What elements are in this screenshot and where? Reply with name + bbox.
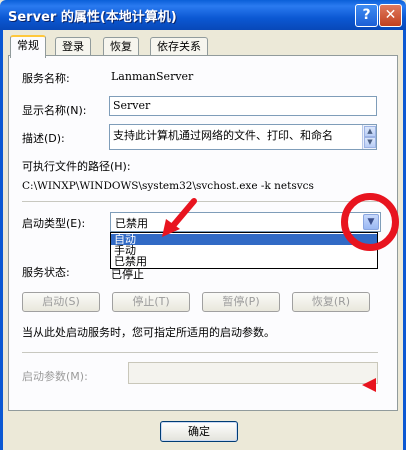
divider — [22, 352, 378, 353]
description-label: 描述(D): — [22, 132, 65, 145]
tab-dependencies[interactable]: 依存关系 — [150, 37, 208, 56]
description-value: 支持此计算机通过网络的文件、打印、和命名 — [113, 129, 333, 142]
ok-button[interactable]: 确定 — [160, 421, 238, 442]
service-status-value: 已停止 — [111, 268, 144, 281]
description-scrollbar[interactable]: ▲ ▼ — [362, 125, 376, 149]
start-params-label: 启动参数(M): — [22, 370, 88, 383]
resume-button[interactable]: 恢复(R) — [292, 292, 370, 312]
startup-type-value: 已禁用 — [115, 217, 148, 230]
title-bar[interactable]: Server 的属性(本地计算机) ? ✕ — [0, 0, 406, 30]
close-icon: ✕ — [384, 7, 397, 23]
startup-option-auto[interactable]: 自动 — [111, 234, 377, 245]
start-button[interactable]: 启动(S) — [22, 292, 100, 312]
window-frame-left — [0, 30, 3, 450]
annotation-circle — [341, 193, 399, 251]
startup-type-dropdown[interactable]: 自动 手动 已禁用 — [110, 232, 378, 269]
scroll-down-icon[interactable]: ▼ — [364, 137, 376, 148]
pause-button[interactable]: 暂停(P) — [202, 292, 280, 312]
service-name-value: LanmanServer — [111, 70, 194, 83]
display-name-label: 显示名称(N): — [22, 104, 87, 117]
path-value: C:\WINXP\WINDOWS\system32\svchost.exe -k… — [22, 180, 314, 192]
service-name-label: 服务名称: — [22, 72, 70, 85]
tab-general[interactable]: 常规 — [10, 35, 46, 58]
tab-recovery[interactable]: 恢复 — [103, 37, 139, 56]
stop-button[interactable]: 停止(T) — [112, 292, 190, 312]
display-name-field[interactable]: Server — [109, 96, 377, 116]
scroll-up-icon[interactable]: ▲ — [364, 126, 376, 137]
divider — [22, 201, 378, 202]
help-icon: ? — [362, 7, 371, 23]
path-label: 可执行文件的路径(H): — [22, 160, 131, 173]
start-params-input[interactable] — [128, 362, 378, 384]
annotation-arrow-icon — [162, 198, 197, 237]
window-title: Server 的属性(本地计算机) — [8, 10, 177, 25]
description-field[interactable]: 支持此计算机通过网络的文件、打印、和命名 — [109, 124, 377, 150]
tab-logon[interactable]: 登录 — [55, 37, 91, 56]
service-status-label: 服务状态: — [22, 266, 70, 279]
startup-option-manual[interactable]: 手动 — [111, 245, 377, 256]
startup-type-label: 启动类型(E): — [22, 217, 86, 230]
display-name-value: Server — [113, 99, 151, 112]
startup-option-disabled[interactable]: 已禁用 — [111, 256, 377, 267]
start-params-hint: 当从此处启动服务时，您可指定所适用的启动参数。 — [22, 326, 275, 339]
close-button[interactable]: ✕ — [379, 4, 402, 27]
help-button[interactable]: ? — [355, 4, 378, 27]
annotation-arrow-icon — [362, 378, 376, 392]
